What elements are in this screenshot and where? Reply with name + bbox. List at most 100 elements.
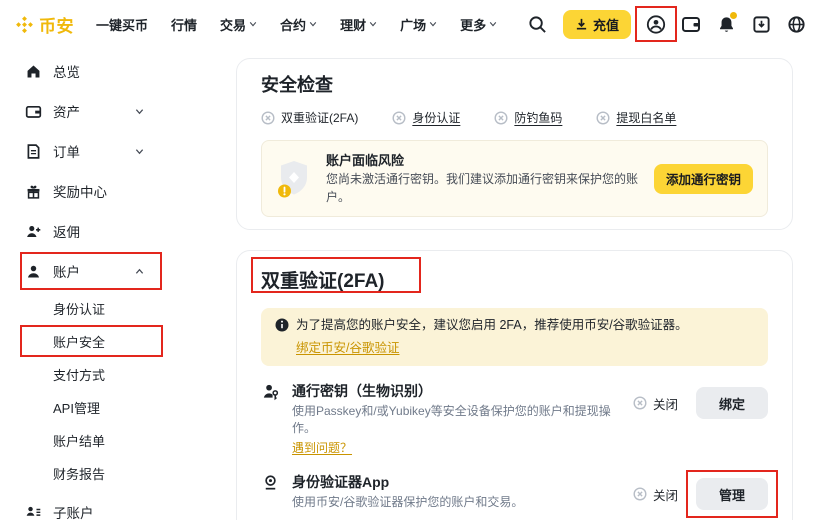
risk-warning-title: 账户面临风险 [326, 151, 654, 170]
menu-trade[interactable]: 交易 [220, 15, 257, 34]
authenticator-title: 身份验证器App [292, 472, 625, 492]
language-globe-icon[interactable] [786, 14, 806, 34]
main-content: 安全检查 双重验证(2FA) 身份认证 防钓鱼码 提现白名单 [236, 48, 793, 520]
binance-logo-icon [14, 14, 35, 35]
subaccount-icon [24, 503, 42, 520]
authenticator-manage-button[interactable]: 管理 [696, 478, 768, 510]
authenticator-desc: 使用币安/谷歌验证器保护您的账户和交易。 [292, 494, 625, 511]
deposit-button[interactable]: 充值 [563, 10, 631, 39]
sidebar-sub-label: 财务报告 [53, 464, 105, 483]
sidebar: 总览 资产 订单 奖励中心 返佣 账户 [0, 48, 232, 520]
sidebar-item-subaccount[interactable]: 子账户 [0, 493, 232, 520]
sidebar-label: 账户 [53, 261, 80, 281]
sidebar-sub-label: 账户安全 [53, 332, 105, 351]
status-off-icon [261, 111, 275, 125]
status-off-icon [633, 487, 647, 501]
sidebar-item-api-management[interactable]: API管理 [0, 391, 232, 424]
twofa-title: 双重验证(2FA) [261, 269, 385, 295]
account-person-icon [24, 262, 42, 280]
wallet-icon[interactable] [681, 14, 701, 34]
sidebar-item-overview[interactable]: 总览 [0, 52, 232, 90]
chevron-down-icon [369, 20, 377, 28]
risk-warning-desc: 您尚未激活通行密钥。我们建议添加通行密钥来保护您的账户。 [326, 170, 654, 206]
deposit-arrow-icon [575, 18, 588, 31]
twofa-item-authenticator: 身份验证器App 使用币安/谷歌验证器保护您的账户和交易。 关闭 管理 [261, 472, 768, 511]
main-menu: 一键买币 行情 交易 合约 理财 广场 更多 [96, 15, 497, 34]
sidebar-item-payment-methods[interactable]: 支付方式 [0, 358, 232, 391]
passkey-biometric-icon [261, 382, 280, 401]
passkey-title: 通行密钥（生物识别） [292, 381, 625, 401]
status-off-icon [494, 111, 508, 125]
sidebar-label: 返佣 [53, 221, 80, 241]
wallet-icon [24, 102, 42, 120]
account-security-page: 币安 一键买币 行情 交易 合约 理财 广场 更多 [0, 0, 816, 520]
download-app-icon[interactable] [751, 14, 771, 34]
sidebar-item-referral[interactable]: 返佣 [0, 212, 232, 250]
chevron-down-icon [309, 20, 317, 28]
status-off-icon [596, 111, 610, 125]
sidebar-label: 总览 [53, 61, 80, 81]
chevron-down-icon [135, 147, 144, 156]
chevron-down-icon [489, 20, 497, 28]
status-off-icon [392, 111, 406, 125]
sidebar-label: 子账户 [53, 502, 94, 520]
authenticator-app-icon [261, 473, 280, 492]
home-icon [24, 62, 42, 80]
twofa-item-passkey: 通行密钥（生物识别） 使用Passkey和/或Yubikey等安全设备保护您的账… [261, 381, 768, 457]
check-item-2fa[interactable]: 双重验证(2FA) [261, 109, 358, 126]
sidebar-label: 资产 [53, 101, 80, 121]
check-item-withdrawal-whitelist[interactable]: 提现白名单 [596, 109, 676, 126]
sidebar-item-orders[interactable]: 订单 [0, 132, 232, 170]
menu-futures[interactable]: 合约 [280, 15, 317, 34]
menu-square[interactable]: 广场 [400, 15, 437, 34]
check-item-identity[interactable]: 身份认证 [392, 109, 460, 126]
sidebar-label: 订单 [53, 141, 80, 161]
twofa-notice: 为了提高您的账户安全，建议您启用 2FA，推荐使用币安/谷歌验证器。 绑定币安/… [261, 308, 768, 366]
sidebar-label: 奖励中心 [53, 181, 107, 201]
security-check-card: 安全检查 双重验证(2FA) 身份认证 防钓鱼码 提现白名单 [236, 58, 793, 230]
sidebar-item-assets[interactable]: 资产 [0, 92, 232, 130]
orders-file-icon [24, 142, 42, 160]
chevron-down-icon [249, 20, 257, 28]
menu-markets[interactable]: 行情 [171, 15, 197, 34]
passkey-desc: 使用Passkey和/或Yubikey等安全设备保护您的账户和提现操作。 [292, 403, 625, 437]
notifications-bell-icon[interactable] [716, 14, 736, 34]
sidebar-sub-label: 支付方式 [53, 365, 105, 384]
sidebar-item-account-security[interactable]: 账户安全 [0, 325, 232, 358]
top-navbar: 币安 一键买币 行情 交易 合约 理财 广场 更多 [0, 0, 816, 48]
sidebar-sub-label: 身份认证 [53, 299, 105, 318]
chevron-down-icon [429, 20, 437, 28]
chevron-down-icon [135, 107, 144, 116]
search-icon[interactable] [528, 14, 548, 34]
bind-authenticator-link[interactable]: 绑定币安/谷歌验证 [296, 337, 399, 356]
add-passkey-button[interactable]: 添加通行密钥 [654, 164, 753, 194]
profile-icon[interactable] [646, 14, 666, 34]
sidebar-item-financial-reports[interactable]: 财务报告 [0, 457, 232, 490]
sidebar-sub-label: 账户结单 [53, 431, 105, 450]
menu-earn[interactable]: 理财 [340, 15, 377, 34]
sidebar-item-identity-verification[interactable]: 身份认证 [0, 292, 232, 325]
twofa-card: 双重验证(2FA) 为了提高您的账户安全，建议您启用 2FA，推荐使用币安/谷歌… [236, 250, 793, 520]
notification-dot [730, 12, 737, 19]
twofa-notice-text: 为了提高您的账户安全，建议您启用 2FA，推荐使用币安/谷歌验证器。 [296, 317, 688, 334]
rewards-gift-icon [24, 182, 42, 200]
deposit-label: 充值 [593, 15, 619, 34]
check-item-antiphishing[interactable]: 防钓鱼码 [494, 109, 562, 126]
menu-more[interactable]: 更多 [460, 15, 497, 34]
passkey-help-link[interactable]: 遇到问题？ [292, 439, 352, 456]
sidebar-item-rewards[interactable]: 奖励中心 [0, 172, 232, 210]
passkey-bind-button[interactable]: 绑定 [696, 387, 768, 419]
sidebar-item-account-statement[interactable]: 账户结单 [0, 424, 232, 457]
authenticator-status: 关闭 [633, 485, 678, 504]
passkey-status: 关闭 [633, 394, 678, 413]
menu-buy-crypto[interactable]: 一键买币 [96, 15, 148, 34]
sidebar-sub-label: API管理 [53, 398, 100, 417]
logo-text: 币安 [39, 12, 74, 37]
security-check-title: 安全检查 [261, 73, 768, 97]
binance-logo[interactable]: 币安 [14, 12, 74, 37]
referral-person-plus-icon [24, 222, 42, 240]
security-check-row: 双重验证(2FA) 身份认证 防钓鱼码 提现白名单 [261, 109, 768, 126]
chevron-up-icon [135, 267, 144, 276]
sidebar-item-account[interactable]: 账户 [0, 252, 232, 290]
status-off-icon [633, 396, 647, 410]
